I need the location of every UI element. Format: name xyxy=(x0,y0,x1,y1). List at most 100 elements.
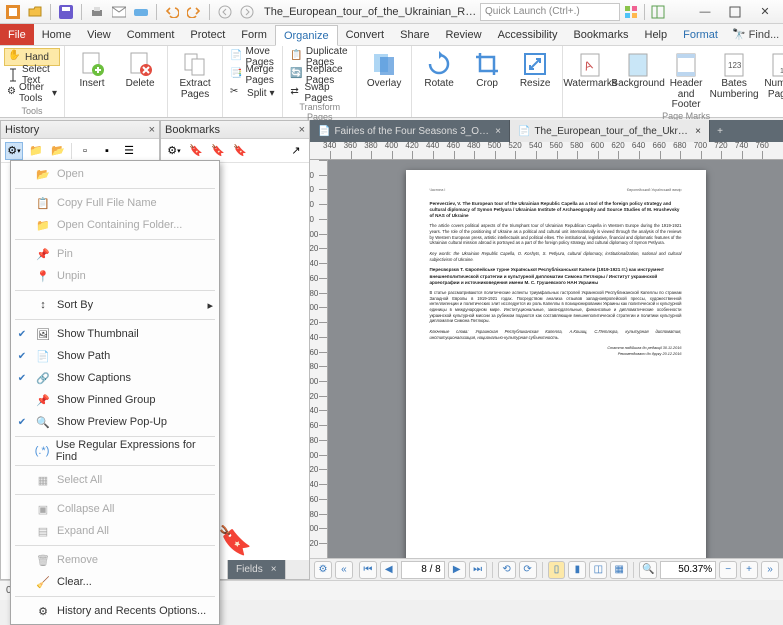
menu-copy-full-name[interactable]: 📋Copy Full File Name xyxy=(11,192,219,214)
tab-view[interactable]: View xyxy=(79,24,119,45)
add-bookmark-icon[interactable]: 🔖 xyxy=(187,142,205,160)
zoom-plus-icon[interactable]: + xyxy=(740,561,758,579)
menu-collapse-all[interactable]: ▣Collapse All xyxy=(11,498,219,520)
save-icon[interactable] xyxy=(57,3,75,21)
tab-comment[interactable]: Comment xyxy=(119,24,183,45)
page-canvas[interactable]: Частина IЄвропейський Український вимір … xyxy=(328,160,783,558)
split-pages[interactable]: ✂Split▾ xyxy=(227,84,278,102)
close-icon[interactable]: × xyxy=(695,126,701,137)
tab-review[interactable]: Review xyxy=(437,24,489,45)
menu-open[interactable]: 📂Open xyxy=(11,163,219,185)
resize-button[interactable]: Resize xyxy=(512,48,558,90)
close-icon[interactable]: × xyxy=(299,124,305,136)
zoom-minus-icon[interactable]: − xyxy=(719,561,737,579)
open-icon[interactable] xyxy=(26,3,44,21)
find-button[interactable]: 🔭Find... xyxy=(726,24,783,45)
menu-show-pinned-group[interactable]: 📌Show Pinned Group xyxy=(11,389,219,411)
prev-page-icon[interactable]: ◀ xyxy=(380,561,398,579)
facing-continuous-icon[interactable]: ▦ xyxy=(610,561,628,579)
collapse-icon[interactable]: ▫ xyxy=(76,142,94,160)
ui-options-icon[interactable] xyxy=(622,3,640,21)
last-page-icon[interactable]: ⏭ xyxy=(469,561,487,579)
menu-show-thumbnail[interactable]: ✔🖼Show Thumbnail xyxy=(11,323,219,345)
bm-options-button[interactable]: ⚙▾ xyxy=(165,142,183,160)
menu-show-captions[interactable]: ✔🔗Show Captions xyxy=(11,367,219,389)
close-icon[interactable]: × xyxy=(495,126,501,137)
quick-launch-input[interactable]: Quick Launch (Ctrl+.) xyxy=(480,3,620,21)
maximize-button[interactable] xyxy=(721,2,749,22)
other-tools[interactable]: ⚙Other Tools▾ xyxy=(4,84,60,102)
tab-convert[interactable]: Convert xyxy=(338,24,393,45)
new-tab-button[interactable]: + xyxy=(710,120,730,142)
nav-back-icon[interactable] xyxy=(216,3,234,21)
background-button[interactable]: Background xyxy=(615,48,661,111)
bookmark-link-icon[interactable]: 🔖 xyxy=(231,142,249,160)
menu-open-containing[interactable]: 📁Open Containing Folder... xyxy=(11,214,219,236)
zoom-input[interactable] xyxy=(660,561,716,579)
print-icon[interactable] xyxy=(88,3,106,21)
menu-remove[interactable]: 🗑Remove xyxy=(11,549,219,571)
redo-icon[interactable] xyxy=(185,3,203,21)
folder-yellow-icon[interactable]: 📁 xyxy=(27,142,45,160)
rotate-button[interactable]: Rotate xyxy=(416,48,462,90)
scroll-right-icon[interactable]: » xyxy=(761,561,779,579)
extract-pages[interactable]: Extract Pages xyxy=(172,48,218,100)
email-icon[interactable] xyxy=(110,3,128,21)
close-icon[interactable]: × xyxy=(149,124,155,136)
undo-icon[interactable] xyxy=(163,3,181,21)
insert-pages[interactable]: Insert xyxy=(69,48,115,90)
tab-organize[interactable]: Organize xyxy=(275,25,338,46)
merge-pages[interactable]: 📑Merge Pages xyxy=(227,66,278,84)
continuous-icon[interactable]: ▮ xyxy=(568,561,586,579)
watermarks-button[interactable]: AWatermarks xyxy=(567,48,613,111)
overlay-button[interactable]: Overlay xyxy=(361,48,407,90)
tab-protect[interactable]: Protect xyxy=(182,24,233,45)
number-pages-button[interactable]: 1Number Pages xyxy=(759,48,783,111)
menu-show-path[interactable]: ✔📄Show Path xyxy=(11,345,219,367)
close-button[interactable]: ✕ xyxy=(751,2,779,22)
tab-format[interactable]: Format xyxy=(675,24,726,45)
menu-expand-all[interactable]: ▤Expand All xyxy=(11,520,219,542)
nav-options-icon[interactable]: ⚙ xyxy=(314,561,332,579)
layout-icon[interactable] xyxy=(649,3,667,21)
scroll-left-icon[interactable]: « xyxy=(335,561,353,579)
doc-tab-1[interactable]: 📄Fairies of the Four Seasons 3_Optimized… xyxy=(310,120,510,142)
menu-show-preview[interactable]: ✔🔍Show Preview Pop-Up xyxy=(11,411,219,433)
doc-tab-2[interactable]: 📄The_European_tour_of_the_Ukrainian_Repu… xyxy=(510,120,710,142)
history-options-button[interactable]: ⚙▾ xyxy=(5,142,23,160)
delete-pages[interactable]: Delete xyxy=(117,48,163,90)
tab-home[interactable]: Home xyxy=(34,24,79,45)
tab-share[interactable]: Share xyxy=(392,24,437,45)
page-input[interactable] xyxy=(401,561,445,579)
add-child-bookmark-icon[interactable]: 🔖 xyxy=(209,142,227,160)
nav-fwd-icon[interactable] xyxy=(238,3,256,21)
menu-select-all[interactable]: ▦Select All xyxy=(11,469,219,491)
bates-button[interactable]: 123Bates Numbering xyxy=(711,48,757,111)
scan-icon[interactable] xyxy=(132,3,150,21)
zoom-out-icon[interactable]: 🔍 xyxy=(639,561,657,579)
expand-icon[interactable]: ▪ xyxy=(98,142,116,160)
next-page-icon[interactable]: ▶ xyxy=(448,561,466,579)
tab-bookmarks[interactable]: Bookmarks xyxy=(565,24,636,45)
minimize-button[interactable]: — xyxy=(691,2,719,22)
swap-pages[interactable]: ⇄Swap Pages xyxy=(287,84,352,102)
nav-back-circle-icon[interactable]: ⟲ xyxy=(498,561,516,579)
list-icon[interactable]: ☰ xyxy=(120,142,138,160)
crop-button[interactable]: Crop xyxy=(464,48,510,90)
app-icon[interactable] xyxy=(4,3,22,21)
folder-blue-icon[interactable]: 📂 xyxy=(49,142,67,160)
bottom-tab-fields[interactable]: Fields× xyxy=(228,560,286,579)
menu-sort-by[interactable]: ↕Sort By▸ xyxy=(11,294,219,316)
facing-icon[interactable]: ◫ xyxy=(589,561,607,579)
tab-form[interactable]: Form xyxy=(233,24,275,45)
first-page-icon[interactable]: ⏮ xyxy=(359,561,377,579)
tab-help[interactable]: Help xyxy=(637,24,676,45)
expand-panel-icon[interactable]: ↗ xyxy=(287,142,305,160)
menu-history-options[interactable]: ⚙History and Recents Options... xyxy=(11,600,219,622)
menu-clear[interactable]: 🧹Clear... xyxy=(11,571,219,593)
menu-unpin[interactable]: 📍Unpin xyxy=(11,265,219,287)
header-footer-button[interactable]: Header and Footer xyxy=(663,48,709,111)
menu-regex[interactable]: (.*)Use Regular Expressions for Find xyxy=(11,440,219,462)
tab-file[interactable]: File xyxy=(0,24,34,45)
menu-pin[interactable]: 📌Pin xyxy=(11,243,219,265)
